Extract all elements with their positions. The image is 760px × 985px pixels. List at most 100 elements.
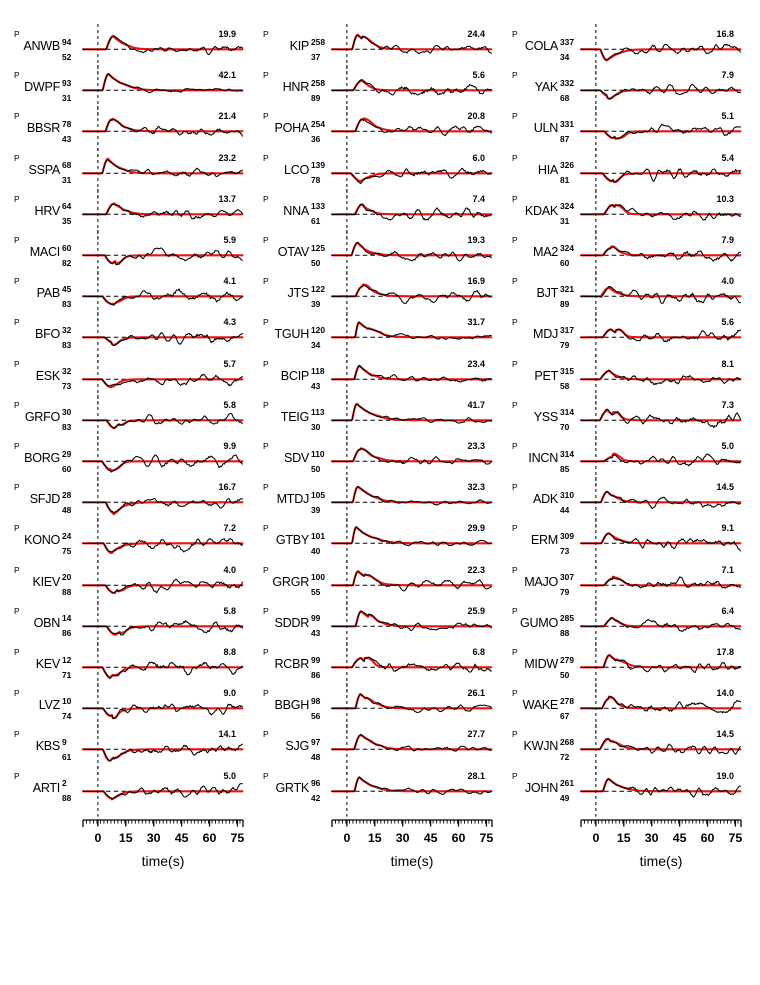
axis-tick-label: 60 [451,830,466,845]
station-distance: 50 [560,669,570,680]
waveform-plot [330,65,493,116]
waveform-plot [579,765,742,817]
phase-label: P [263,70,269,81]
axis-tick-label: 30 [395,830,410,845]
waveform-plot [579,353,742,405]
waveform-plot [81,230,244,281]
phase-label: P [512,688,518,699]
station-name: HRV [34,203,61,218]
waveform-plot [579,518,742,569]
waveform-plot [579,600,742,652]
station-name: HIA [537,162,558,177]
trace-row: P BBGH 98 56 26.1 [249,683,499,734]
phase-label: P [14,729,20,740]
phase-label: P [263,729,269,740]
trace-row: P PAB 45 83 4.1 [0,271,250,322]
station-azimuth: 94 [62,36,72,47]
station-name: ULN [533,121,559,136]
trace-row: P JTS 122 39 16.9 [249,271,499,322]
axis-tick-label: 0 [94,830,102,845]
station-name: KWJN [523,739,559,754]
station-distance: 42 [311,793,321,804]
station-distance: 31 [62,175,72,186]
axis-tick-label: 0 [343,830,351,845]
station-azimuth: 261 [560,778,574,789]
axis-tick-labels: 0 15 30 45 60 75 [83,830,244,847]
trace-row: P YAK 332 68 7.9 [498,65,748,116]
waveform-plot [579,312,742,363]
waveform-plot [81,477,244,528]
station-distance: 34 [311,339,321,350]
station-name: SFJD [29,492,61,507]
trace-row: P JOHN 261 49 19.0 [498,765,748,817]
station-name: KIEV [32,574,61,589]
phase-label: P [263,441,269,451]
waveform-plot [579,436,742,487]
station-distance: 70 [560,422,570,433]
station-distance: 87 [560,133,570,144]
station-name: BORG [24,451,60,465]
phase-label: P [512,441,518,451]
axis-title: time(s) [141,852,185,869]
station-distance: 71 [62,669,72,680]
station-name: SDV [284,451,309,465]
waveform-plot [81,765,244,817]
trace-row: P TEIG 113 30 41.7 [249,394,499,446]
trace-row: P PET 315 58 8.1 [498,353,748,405]
station-distance: 43 [311,381,321,392]
waveform-plot [330,559,493,611]
trace-row: P HRV 64 35 13.7 [0,188,250,240]
axis-tick-label: 45 [174,830,189,845]
station-distance: 36 [311,133,321,144]
station-azimuth: 30 [62,407,72,418]
station-distance: 88 [62,587,72,598]
waveform-plot [81,559,244,611]
station-name: GRTK [275,780,309,795]
station-distance: 89 [311,92,321,103]
waveform-plot [81,188,244,240]
trace-row: P BBSR 78 43 21.4 [0,106,250,157]
station-azimuth: 310 [560,489,574,500]
trace-row: P WAKE 278 67 14.0 [498,683,748,734]
waveform-plot [330,477,493,528]
station-name: DWPF [24,80,60,95]
station-name: JOHN [524,780,558,795]
station-azimuth: 332 [560,77,574,88]
trace-row: P MAJO 307 79 7.1 [498,559,748,611]
station-distance: 83 [62,339,72,350]
phase-label: P [512,276,518,287]
station-azimuth: 317 [560,324,574,335]
station-distance: 83 [62,422,72,433]
station-azimuth: 324 [560,242,574,253]
station-azimuth: 120 [311,324,325,335]
time-axis: 0 15 30 45 60 75 time(s) [249,817,499,877]
waveform-plot [330,147,493,199]
station-distance: 34 [560,51,570,62]
seismogram-figure: P ANWB 94 52 19.9 P DWPF 93 31 42.1 P BBSR 78 43 21.4 P… [0,0,760,985]
station-distance: 52 [62,51,72,62]
waveform-plot [579,230,742,281]
waveform-plot [81,65,244,116]
waveform-plot [330,642,493,693]
phase-label: P [14,358,20,369]
station-name: ESK [35,368,61,383]
waveform-plot [579,24,742,75]
waveform-plot [579,724,742,775]
waveform-plot [81,353,244,405]
axis-tick-label: 15 [616,830,631,845]
phase-label: P [14,399,20,410]
station-distance: 81 [560,175,570,186]
phase-label: P [14,441,20,451]
trace-row: P POHA 254 36 20.8 [249,106,499,157]
station-azimuth: 93 [62,77,72,88]
waveform-plot [579,147,742,199]
station-name: KONO [24,533,60,548]
station-distance: 73 [560,545,570,556]
trace-row: P NNA 133 61 7.4 [249,188,499,240]
phase-label: P [263,770,269,781]
axis-tick-label: 15 [367,830,382,845]
trace-row: P ERM 309 73 9.1 [498,518,748,569]
station-distance: 89 [560,298,570,309]
station-name: YAK [534,80,559,95]
station-azimuth: 110 [311,448,325,459]
